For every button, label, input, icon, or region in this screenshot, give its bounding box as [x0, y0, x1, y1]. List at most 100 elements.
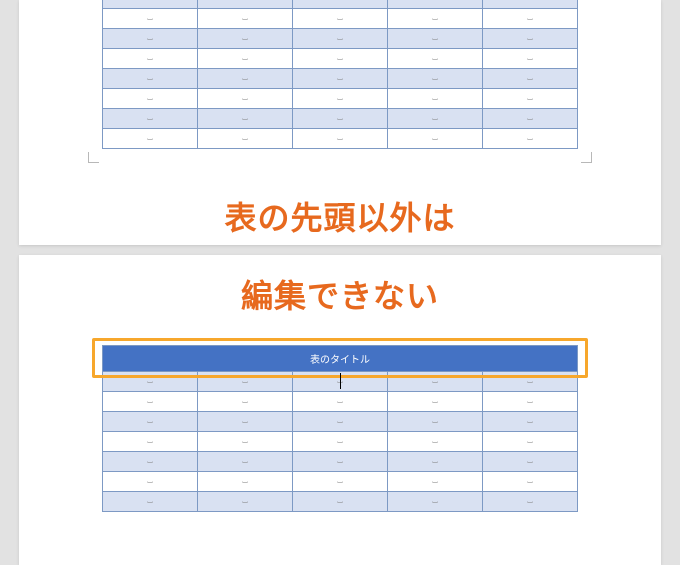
- table-cell[interactable]: ⌴: [388, 69, 483, 89]
- table-cell[interactable]: ⌴: [388, 432, 483, 452]
- table-cell[interactable]: ⌴: [103, 109, 198, 129]
- table-cell[interactable]: ⌴: [483, 29, 578, 49]
- table-cell[interactable]: ⌴: [103, 432, 198, 452]
- table-top[interactable]: ⌴⌴⌴⌴⌴⌴⌴⌴⌴⌴⌴⌴⌴⌴⌴⌴⌴⌴⌴⌴⌴⌴⌴⌴⌴⌴⌴⌴⌴⌴⌴⌴⌴⌴⌴⌴⌴⌴⌴⌴: [102, 0, 578, 149]
- table-row[interactable]: ⌴⌴⌴⌴⌴: [103, 9, 578, 29]
- table-cell[interactable]: ⌴: [103, 372, 198, 392]
- table-row[interactable]: ⌴⌴⌴⌴⌴: [103, 432, 578, 452]
- table-cell[interactable]: ⌴: [293, 392, 388, 412]
- table-cell[interactable]: ⌴: [103, 492, 198, 512]
- table-cell[interactable]: ⌴: [198, 492, 293, 512]
- table-cell[interactable]: ⌴: [198, 0, 293, 9]
- table-cell[interactable]: ⌴: [388, 472, 483, 492]
- table-row[interactable]: ⌴⌴⌴⌴⌴: [103, 69, 578, 89]
- table-cell[interactable]: ⌴: [198, 9, 293, 29]
- table-cell[interactable]: ⌴: [103, 412, 198, 432]
- table-cell[interactable]: ⌴: [293, 452, 388, 472]
- table-cell[interactable]: ⌴: [388, 412, 483, 432]
- table-row[interactable]: ⌴⌴⌴⌴⌴: [103, 0, 578, 9]
- table-cell[interactable]: ⌴: [293, 29, 388, 49]
- table-cell[interactable]: ⌴: [388, 29, 483, 49]
- table-header-row[interactable]: 表のタイトル: [103, 346, 578, 372]
- table-cell[interactable]: ⌴: [388, 89, 483, 109]
- table-cell[interactable]: ⌴: [483, 412, 578, 432]
- table-cell[interactable]: ⌴: [293, 49, 388, 69]
- table-cell[interactable]: ⌴: [103, 0, 198, 9]
- table-cell[interactable]: ⌴: [388, 109, 483, 129]
- table-cell[interactable]: ⌴: [103, 89, 198, 109]
- table-cell[interactable]: ⌴: [293, 492, 388, 512]
- table-top-grid[interactable]: ⌴⌴⌴⌴⌴⌴⌴⌴⌴⌴⌴⌴⌴⌴⌴⌴⌴⌴⌴⌴⌴⌴⌴⌴⌴⌴⌴⌴⌴⌴⌴⌴⌴⌴⌴⌴⌴⌴⌴⌴: [102, 0, 578, 149]
- table-cell[interactable]: ⌴: [293, 129, 388, 149]
- table-cell[interactable]: ⌴: [483, 472, 578, 492]
- table-row[interactable]: ⌴⌴⌴⌴⌴: [103, 49, 578, 69]
- table-cell[interactable]: ⌴: [103, 452, 198, 472]
- table-cell[interactable]: ⌴: [198, 452, 293, 472]
- table-bottom[interactable]: 表のタイトル ⌴⌴⌴⌴⌴⌴⌴⌴⌴⌴⌴⌴⌴⌴⌴⌴⌴⌴⌴⌴⌴⌴⌴⌴⌴⌴⌴⌴⌴⌴⌴⌴⌴…: [102, 345, 578, 512]
- table-cell[interactable]: ⌴: [198, 109, 293, 129]
- table-row[interactable]: ⌴⌴⌴⌴⌴: [103, 29, 578, 49]
- table-cell[interactable]: ⌴: [293, 89, 388, 109]
- table-row[interactable]: ⌴⌴⌴⌴⌴: [103, 109, 578, 129]
- table-cell[interactable]: ⌴: [483, 492, 578, 512]
- table-cell[interactable]: ⌴: [293, 9, 388, 29]
- table-cell[interactable]: ⌴: [388, 0, 483, 9]
- table-cell[interactable]: ⌴: [483, 452, 578, 472]
- table-cell[interactable]: ⌴: [103, 29, 198, 49]
- table-cell[interactable]: ⌴: [103, 9, 198, 29]
- table-cell[interactable]: ⌴: [388, 452, 483, 472]
- table-cell[interactable]: ⌴: [388, 372, 483, 392]
- table-cell[interactable]: ⌴: [483, 0, 578, 9]
- table-cell[interactable]: ⌴: [198, 472, 293, 492]
- table-row[interactable]: ⌴⌴⌴⌴⌴: [103, 452, 578, 472]
- table-cell[interactable]: ⌴: [293, 109, 388, 129]
- document-page-2: 編集できない 表のタイトル ⌴⌴⌴⌴⌴⌴⌴⌴⌴⌴⌴⌴⌴⌴⌴⌴⌴⌴⌴⌴⌴⌴⌴⌴⌴⌴…: [19, 255, 661, 565]
- table-cell[interactable]: ⌴: [483, 129, 578, 149]
- table-row[interactable]: ⌴⌴⌴⌴⌴: [103, 129, 578, 149]
- table-cell[interactable]: ⌴: [198, 129, 293, 149]
- table-cell[interactable]: ⌴: [483, 89, 578, 109]
- table-bottom-grid[interactable]: 表のタイトル ⌴⌴⌴⌴⌴⌴⌴⌴⌴⌴⌴⌴⌴⌴⌴⌴⌴⌴⌴⌴⌴⌴⌴⌴⌴⌴⌴⌴⌴⌴⌴⌴⌴…: [102, 345, 578, 512]
- table-cell[interactable]: ⌴: [388, 492, 483, 512]
- table-cell[interactable]: ⌴: [103, 472, 198, 492]
- table-cell[interactable]: ⌴: [483, 372, 578, 392]
- table-cell[interactable]: ⌴: [483, 49, 578, 69]
- table-cell[interactable]: ⌴: [198, 412, 293, 432]
- table-cell[interactable]: ⌴: [103, 392, 198, 412]
- table-cell[interactable]: ⌴: [388, 129, 483, 149]
- table-cell[interactable]: ⌴: [198, 89, 293, 109]
- table-cell[interactable]: ⌴: [388, 392, 483, 412]
- table-cell[interactable]: ⌴: [388, 49, 483, 69]
- table-row[interactable]: ⌴⌴⌴⌴⌴: [103, 472, 578, 492]
- table-cell[interactable]: ⌴: [293, 432, 388, 452]
- table-row[interactable]: ⌴⌴⌴⌴⌴: [103, 392, 578, 412]
- table-cell[interactable]: ⌴: [103, 49, 198, 69]
- table-cell[interactable]: ⌴: [198, 29, 293, 49]
- table-cell[interactable]: ⌴: [483, 432, 578, 452]
- table-cell[interactable]: ⌴: [103, 129, 198, 149]
- annotation-line-1: 表の先頭以外は: [224, 193, 455, 239]
- table-cell[interactable]: ⌴: [198, 432, 293, 452]
- table-cell[interactable]: ⌴: [198, 372, 293, 392]
- page-corner-mark-bl: [88, 152, 99, 163]
- table-cell[interactable]: ⌴: [293, 0, 388, 9]
- table-cell[interactable]: ⌴: [198, 49, 293, 69]
- document-page-1: ⌴⌴⌴⌴⌴⌴⌴⌴⌴⌴⌴⌴⌴⌴⌴⌴⌴⌴⌴⌴⌴⌴⌴⌴⌴⌴⌴⌴⌴⌴⌴⌴⌴⌴⌴⌴⌴⌴⌴⌴…: [19, 0, 661, 245]
- table-cell[interactable]: ⌴: [483, 69, 578, 89]
- table-row[interactable]: ⌴⌴⌴⌴⌴: [103, 89, 578, 109]
- table-cell[interactable]: ⌴: [198, 392, 293, 412]
- table-cell[interactable]: ⌴: [388, 9, 483, 29]
- table-cell[interactable]: ⌴: [103, 69, 198, 89]
- table-cell[interactable]: ⌴: [293, 412, 388, 432]
- annotation-line-2: 編集できない: [241, 271, 439, 317]
- table-title-cell[interactable]: 表のタイトル: [103, 346, 578, 372]
- table-row[interactable]: ⌴⌴⌴⌴⌴: [103, 412, 578, 432]
- text-cursor: [340, 373, 341, 389]
- table-row[interactable]: ⌴⌴⌴⌴⌴: [103, 492, 578, 512]
- table-cell[interactable]: ⌴: [483, 109, 578, 129]
- table-cell[interactable]: ⌴: [293, 69, 388, 89]
- table-cell[interactable]: ⌴: [483, 9, 578, 29]
- table-cell[interactable]: ⌴: [293, 472, 388, 492]
- table-cell[interactable]: ⌴: [198, 69, 293, 89]
- table-cell[interactable]: ⌴: [483, 392, 578, 412]
